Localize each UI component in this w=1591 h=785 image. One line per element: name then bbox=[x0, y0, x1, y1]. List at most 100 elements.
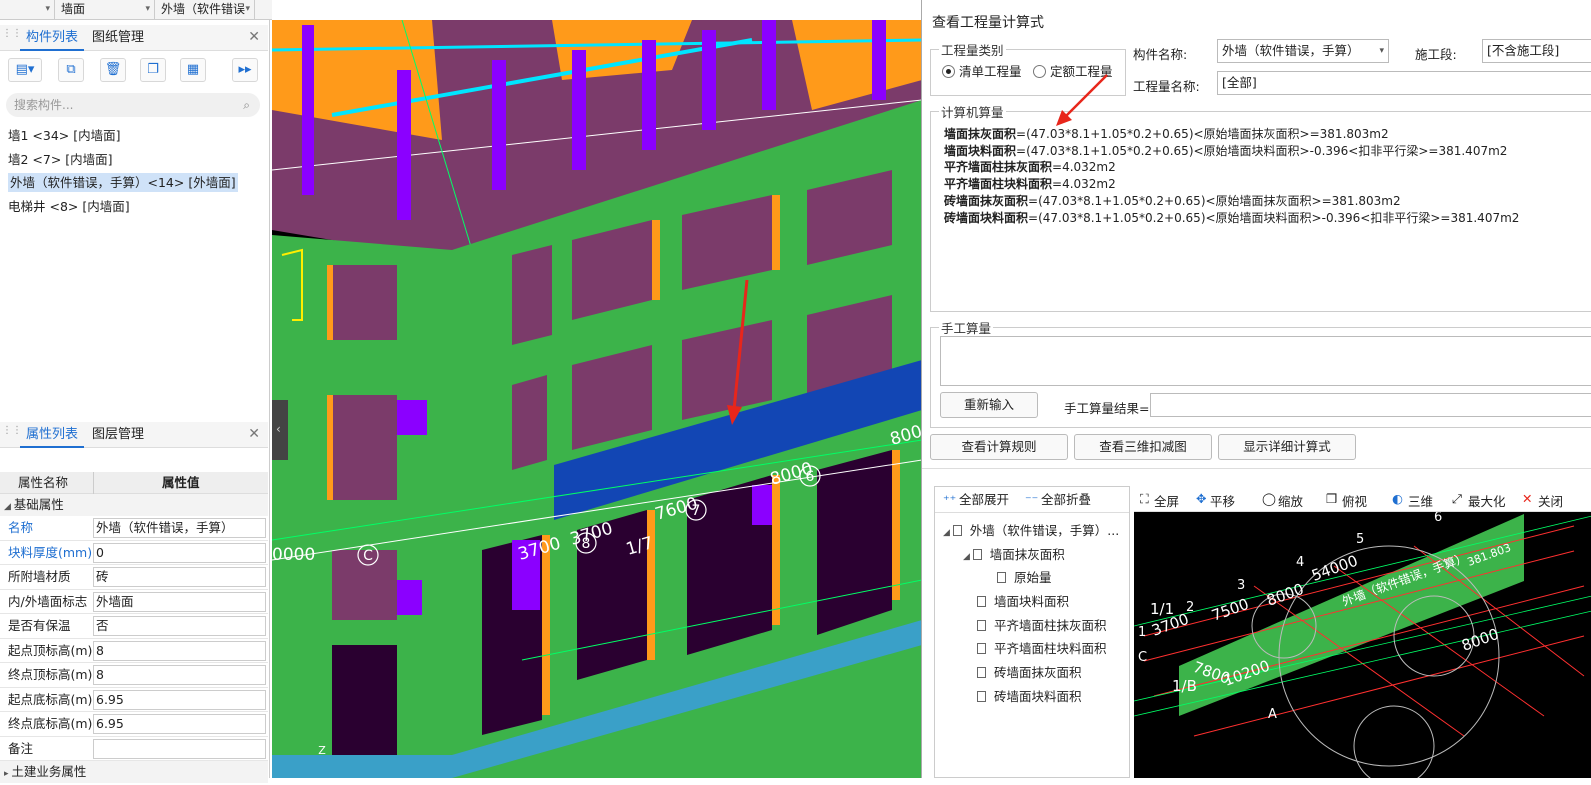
prop-value[interactable]: 砖 bbox=[93, 567, 266, 587]
maximize-button[interactable]: 最大化 bbox=[1468, 491, 1506, 510]
tree-node[interactable]: ◢ 墙面抹灰面积 bbox=[963, 544, 1065, 563]
red-arrow-annotation bbox=[1056, 74, 1108, 126]
type-dropdown[interactable]: 墙面 bbox=[55, 0, 155, 20]
tree-node[interactable]: 砖墙面块料面积 bbox=[977, 686, 1082, 705]
collapse-all-button[interactable]: 全部折叠 bbox=[1041, 487, 1091, 513]
formula-expr: =4.032m2 bbox=[1052, 160, 1116, 175]
drag-grip-icon[interactable]: ⋮⋮ bbox=[2, 29, 22, 45]
tree-node-label: 平齐墙面柱抹灰面积 bbox=[994, 618, 1107, 633]
property-row: 是否有保温 否 bbox=[0, 614, 268, 639]
prop-value[interactable]: 外墙面 bbox=[93, 591, 266, 612]
property-header: 属性名称 属性值 bbox=[0, 472, 268, 494]
property-row: 块料厚度(mm) 0 bbox=[0, 541, 268, 565]
mini-3d-view[interactable]: 外墙（软件错误，手算） 381.803 3700 8000 7500 54000… bbox=[1134, 486, 1591, 778]
tree-node[interactable]: ◢ 外墙（软件错误，手算）... bbox=[943, 520, 1119, 539]
component-list: 墙1 <34> [内墙面] 墙2 <7> [内墙面] 外墙（软件错误，手算）<1… bbox=[0, 124, 268, 218]
list-item-label: 外墙（软件错误，手算）<14> [外墙面] bbox=[8, 173, 238, 192]
search-input[interactable]: 搜索构件... ⌕ bbox=[6, 93, 260, 117]
prop-value[interactable]: 6.95 bbox=[93, 689, 266, 710]
top-toolbar: 墙面 外墙（软件错误 bbox=[0, 0, 272, 20]
list-item[interactable]: 墙2 <7> [内墙面] bbox=[0, 148, 268, 172]
prop-value[interactable]: 8 bbox=[93, 640, 266, 661]
prop-value[interactable] bbox=[93, 738, 266, 759]
3d-model-render: ‹ 3700 3700 1/7 7600 8000 800 0000 6 7 8… bbox=[272, 20, 922, 778]
mini-axis-label: 1 bbox=[1138, 625, 1146, 640]
tree-node-label: 墙面抹灰面积 bbox=[989, 547, 1065, 562]
property-tabs: ⋮⋮ 属性列表 图层管理 ✕ bbox=[0, 422, 268, 448]
qty-name-select[interactable]: [全部] bbox=[1217, 71, 1591, 95]
manual-qty-textarea[interactable] bbox=[940, 336, 1591, 386]
view-dropdown[interactable]: 俯视 bbox=[1342, 491, 1367, 510]
reenter-button[interactable]: 重新输入 bbox=[940, 392, 1038, 418]
list-item-label: 墙2 <7> [内墙面] bbox=[8, 151, 113, 167]
formula-expr: =(47.03*8.1+1.05*0.2+0.65)<原始墙面块料面积>-0.3… bbox=[1028, 210, 1520, 225]
mini-axis-label: 4 bbox=[1296, 555, 1304, 570]
fullscreen-button[interactable]: 全屏 bbox=[1154, 491, 1179, 510]
prop-value[interactable]: 8 bbox=[93, 665, 266, 685]
copy-icon[interactable]: ⧉ bbox=[58, 58, 84, 82]
formula-list: 墙面抹灰面积 =(47.03*8.1+1.05*0.2+0.65)<原始墙面抹灰面… bbox=[944, 126, 1519, 226]
group-basic[interactable]: ◢ 基础属性 bbox=[0, 494, 268, 516]
radio-list-qty[interactable]: 清单工程量 bbox=[942, 64, 1022, 80]
search-icon: ⌕ bbox=[243, 98, 250, 112]
floor-dropdown[interactable] bbox=[0, 0, 55, 20]
formula-name: 墙面抹灰面积 bbox=[944, 127, 1017, 141]
group-civil[interactable]: ▸ 土建业务属性 bbox=[0, 761, 268, 783]
list-item[interactable]: 电梯井 <8> [内墙面] bbox=[0, 195, 268, 219]
prop-key: 是否有保温 bbox=[8, 618, 71, 633]
radio-checked-icon bbox=[942, 65, 955, 78]
show-detail-formula-button[interactable]: 显示详细计算式 bbox=[1218, 434, 1356, 460]
mini-grid-label: 1/B bbox=[1172, 677, 1197, 695]
mini-axis-label: C bbox=[1138, 650, 1147, 665]
property-row: 起点底标高(m) 6.95 bbox=[0, 688, 268, 712]
tab-drawing-mgmt[interactable]: 图纸管理 bbox=[86, 25, 150, 51]
expand-all-button[interactable]: 全部展开 bbox=[959, 487, 1009, 513]
tree-node[interactable]: 墙面块料面积 bbox=[977, 591, 1069, 610]
property-row: 所附墙材质 砖 bbox=[0, 565, 268, 590]
close-icon[interactable]: ✕ bbox=[248, 426, 260, 442]
more-icon[interactable]: ▸▸ bbox=[232, 58, 258, 82]
tree-node[interactable]: 平齐墙面柱抹灰面积 bbox=[977, 615, 1107, 634]
dialog-title: 查看工程量计算式 bbox=[932, 15, 1044, 31]
layer-copy-icon[interactable]: ❐ bbox=[140, 58, 166, 82]
pan-button[interactable]: 平移 bbox=[1210, 491, 1235, 510]
qty-type-legend: 工程量类别 bbox=[941, 43, 1004, 58]
component-dropdown[interactable]: 外墙（软件错误 bbox=[155, 0, 255, 20]
drag-grip-icon[interactable]: ⋮⋮ bbox=[2, 426, 22, 442]
prop-value[interactable]: 6.95 bbox=[93, 714, 266, 734]
3d-button[interactable]: 三维 bbox=[1408, 491, 1433, 510]
tree-node[interactable]: 平齐墙面柱块料面积 bbox=[977, 638, 1107, 657]
formula-expr: =4.032m2 bbox=[1052, 177, 1116, 192]
manual-result-input[interactable] bbox=[1150, 393, 1591, 417]
list-item-selected[interactable]: 外墙（软件错误，手算）<14> [外墙面] bbox=[0, 171, 268, 195]
tree-node[interactable]: 原始量 bbox=[997, 567, 1052, 586]
view-rules-button[interactable]: 查看计算规则 bbox=[930, 434, 1068, 460]
component-name-select[interactable]: 外墙（软件错误，手算） bbox=[1217, 39, 1389, 63]
new-component-icon[interactable]: ▤▾ bbox=[8, 58, 42, 82]
property-row: 名称 外墙（软件错误，手算） bbox=[0, 516, 268, 541]
tree-node-label: 外墙（软件错误，手算）... bbox=[969, 523, 1120, 538]
search-placeholder: 搜索构件... bbox=[14, 98, 74, 112]
prop-value[interactable]: 否 bbox=[93, 616, 266, 636]
list-item[interactable]: 墙1 <34> [内墙面] bbox=[0, 124, 268, 148]
mini-view-toolbar: ⛶ 全屏 ✥ 平移 ◯ 缩放 ❒ 俯视 ◐ 三维 ⤢ 最大化 ✕ 关闭 bbox=[1134, 486, 1591, 512]
prop-value[interactable]: 外墙（软件错误，手算） bbox=[93, 518, 266, 538]
3d-viewport[interactable]: ‹ 3700 3700 1/7 7600 8000 800 0000 6 7 8… bbox=[272, 20, 922, 778]
tree-node[interactable]: 砖墙面抹灰面积 bbox=[977, 662, 1082, 681]
close-button[interactable]: 关闭 bbox=[1538, 491, 1563, 510]
formula-name: 砖墙面抹灰面积 bbox=[944, 193, 1029, 208]
tab-component-list[interactable]: 构件列表 bbox=[20, 25, 85, 51]
filter-icon[interactable]: ▦ bbox=[180, 58, 206, 82]
tree-node-label: 砖墙面抹灰面积 bbox=[994, 665, 1082, 680]
left-panel: ⋮⋮ 构件列表 图纸管理 ✕ ▤▾ ⧉ 🗑 ❐ ▦ ▸▸ 搜索构件... ⌕ 墙… bbox=[0, 20, 270, 783]
tab-property-list[interactable]: 属性列表 bbox=[20, 422, 85, 448]
tab-layer-mgmt[interactable]: 图层管理 bbox=[86, 422, 150, 448]
view-3d-deduction-button[interactable]: 查看三维扣减图 bbox=[1074, 434, 1212, 460]
segment-input[interactable]: [不含施工段] bbox=[1482, 39, 1591, 63]
formula-line: 砖墙面块料面积=(47.03*8.1+1.05*0.2+0.65)<原始墙面块料… bbox=[944, 210, 1519, 227]
formula-line: 墙面块料面积=(47.03*8.1+1.05*0.2+0.65)<原始墙面块料面… bbox=[944, 143, 1519, 160]
prop-value[interactable]: 0 bbox=[93, 542, 266, 563]
zoom-button[interactable]: 缩放 bbox=[1278, 491, 1303, 510]
delete-icon[interactable]: 🗑 bbox=[100, 58, 126, 82]
close-icon[interactable]: ✕ bbox=[248, 29, 260, 45]
